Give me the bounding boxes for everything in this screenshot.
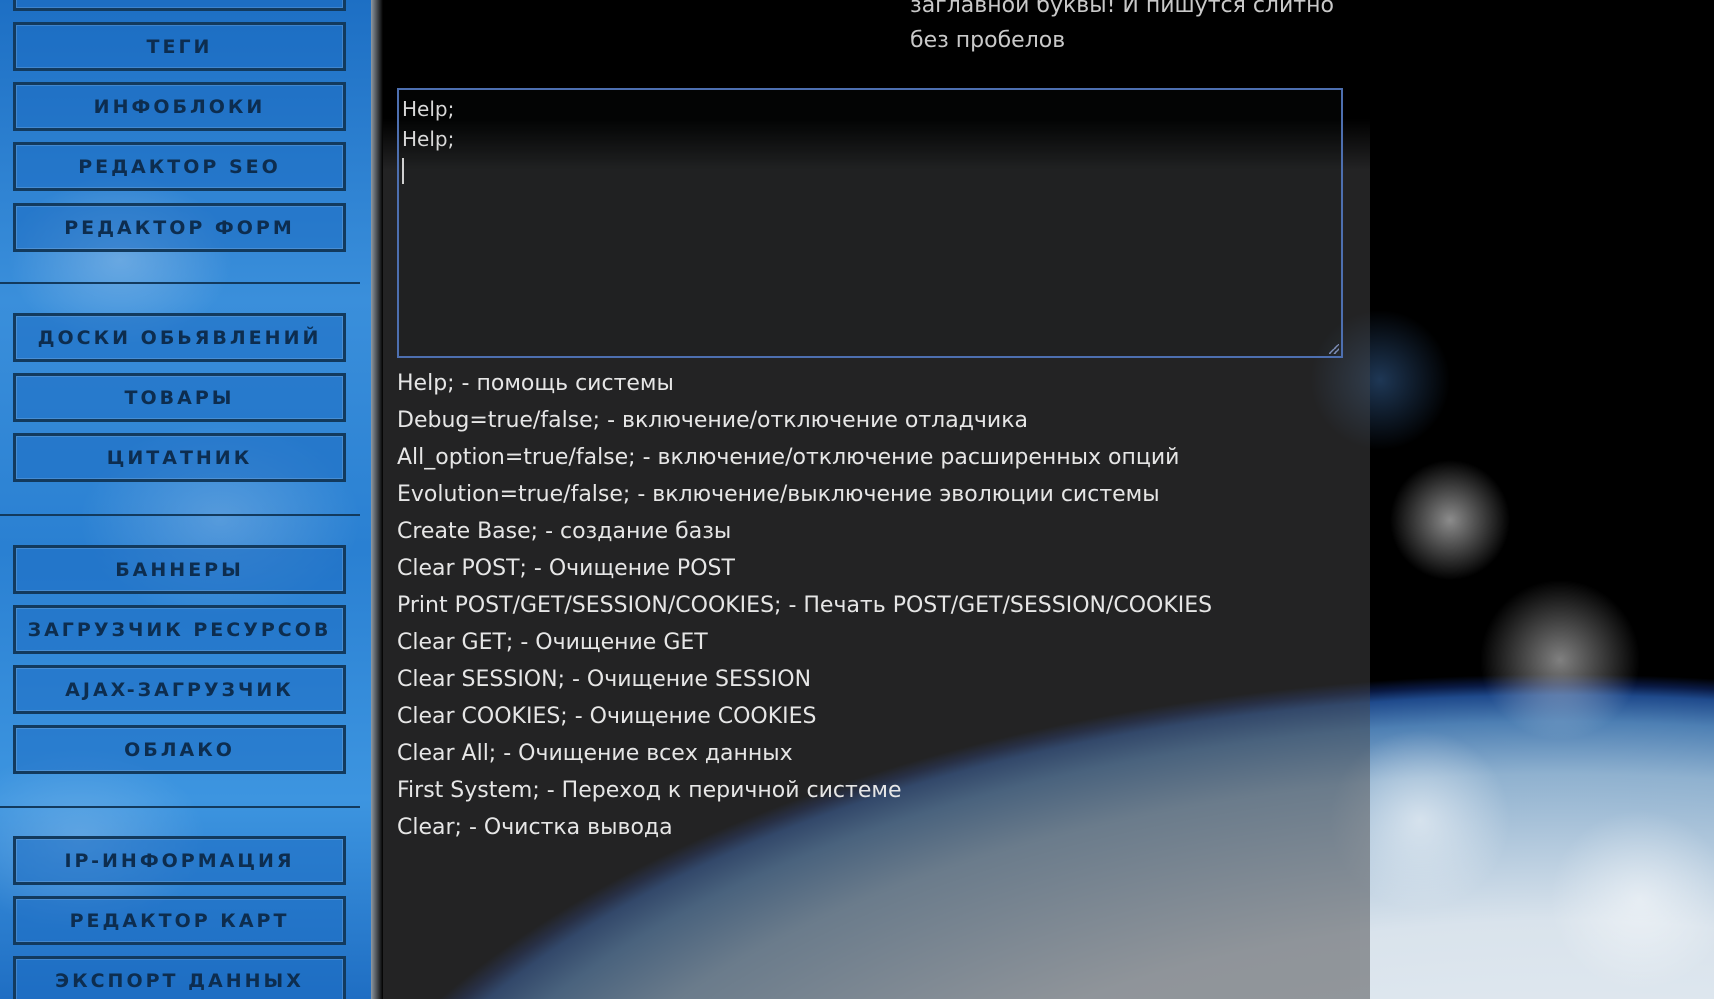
sidebar-button-ajax-loader[interactable]: AJAX-ЗАГРУЗЧИК xyxy=(13,665,346,714)
resize-grip-icon[interactable] xyxy=(1329,344,1339,354)
help-item: Clear; - Очистка вывода xyxy=(397,815,673,840)
help-item: First System; - Переход к перичной систе… xyxy=(397,778,902,803)
help-command-list: Help; - помощь системы Debug=true/false;… xyxy=(397,365,1212,846)
sidebar-button-form-editor[interactable]: РЕДАКТОР ФОРМ xyxy=(13,203,346,252)
sidebar-button-infoblocks[interactable]: ИНФОБЛОКИ xyxy=(13,82,346,131)
sidebar-edge xyxy=(371,0,383,999)
help-item: Debug=true/false; - включение/отключение… xyxy=(397,408,1028,433)
sidebar-button-top-partial[interactable] xyxy=(13,0,346,11)
sidebar-button-cloud[interactable]: ОБЛАКО xyxy=(13,725,346,774)
sidebar-button-products[interactable]: ТОВАРЫ xyxy=(13,373,346,422)
sidebar-button-quotes[interactable]: ЦИТАТНИК xyxy=(13,433,346,482)
console-line: Help; xyxy=(402,97,455,121)
help-item: Clear POST; - Очищение POST xyxy=(397,556,735,581)
help-item: Create Base; - создание базы xyxy=(397,519,732,544)
help-item: Clear SESSION; - Очищение SESSION xyxy=(397,667,812,692)
help-item: Evolution=true/false; - включение/выключ… xyxy=(397,482,1160,507)
sidebar-button-ip-info[interactable]: IP-ИНФОРМАЦИЯ xyxy=(13,836,346,885)
sidebar-divider xyxy=(0,282,360,284)
help-item: Clear All; - Очищение всех данных xyxy=(397,741,793,766)
hint-line-1: заглавной буквы! И пишутся слитно xyxy=(910,0,1334,18)
help-item: All_option=true/false; - включение/отклю… xyxy=(397,445,1180,470)
sidebar-button-banners[interactable]: БАННЕРЫ xyxy=(13,545,346,594)
sidebar-button-data-export[interactable]: ЭКСПОРТ ДАННЫХ xyxy=(13,956,346,999)
console-line: Help; xyxy=(402,127,455,151)
sidebar-button-bulletin-boards[interactable]: ДОСКИ ОБЬЯВЛЕНИЙ xyxy=(13,313,346,362)
help-item: Clear GET; - Очищение GET xyxy=(397,630,708,655)
text-caret xyxy=(402,157,404,184)
hint-text: заглавной буквы! И пишутся слитно без пр… xyxy=(910,0,1360,58)
help-item: Clear COOKIES; - Очищение COOKIES xyxy=(397,704,817,729)
sidebar-button-seo-editor[interactable]: РЕДАКТОР SEO xyxy=(13,142,346,191)
sidebar-divider xyxy=(0,514,360,516)
console-input[interactable]: Help; Help; xyxy=(397,88,1343,358)
sidebar-button-resource-loader[interactable]: ЗАГРУЗЧИК РЕСУРСОВ xyxy=(13,605,346,654)
help-item: Print POST/GET/SESSION/COOKIES; - Печать… xyxy=(397,593,1213,618)
help-item: Help; - помощь системы xyxy=(397,371,674,396)
sidebar-button-map-editor[interactable]: РЕДАКТОР КАРТ xyxy=(13,896,346,945)
console-caret-line xyxy=(402,154,1338,184)
sidebar: ТЕГИ ИНФОБЛОКИ РЕДАКТОР SEO РЕДАКТОР ФОР… xyxy=(0,0,371,999)
sidebar-divider xyxy=(0,806,360,808)
sidebar-button-tags[interactable]: ТЕГИ xyxy=(13,22,346,71)
hint-line-2: без пробелов xyxy=(910,28,1066,53)
